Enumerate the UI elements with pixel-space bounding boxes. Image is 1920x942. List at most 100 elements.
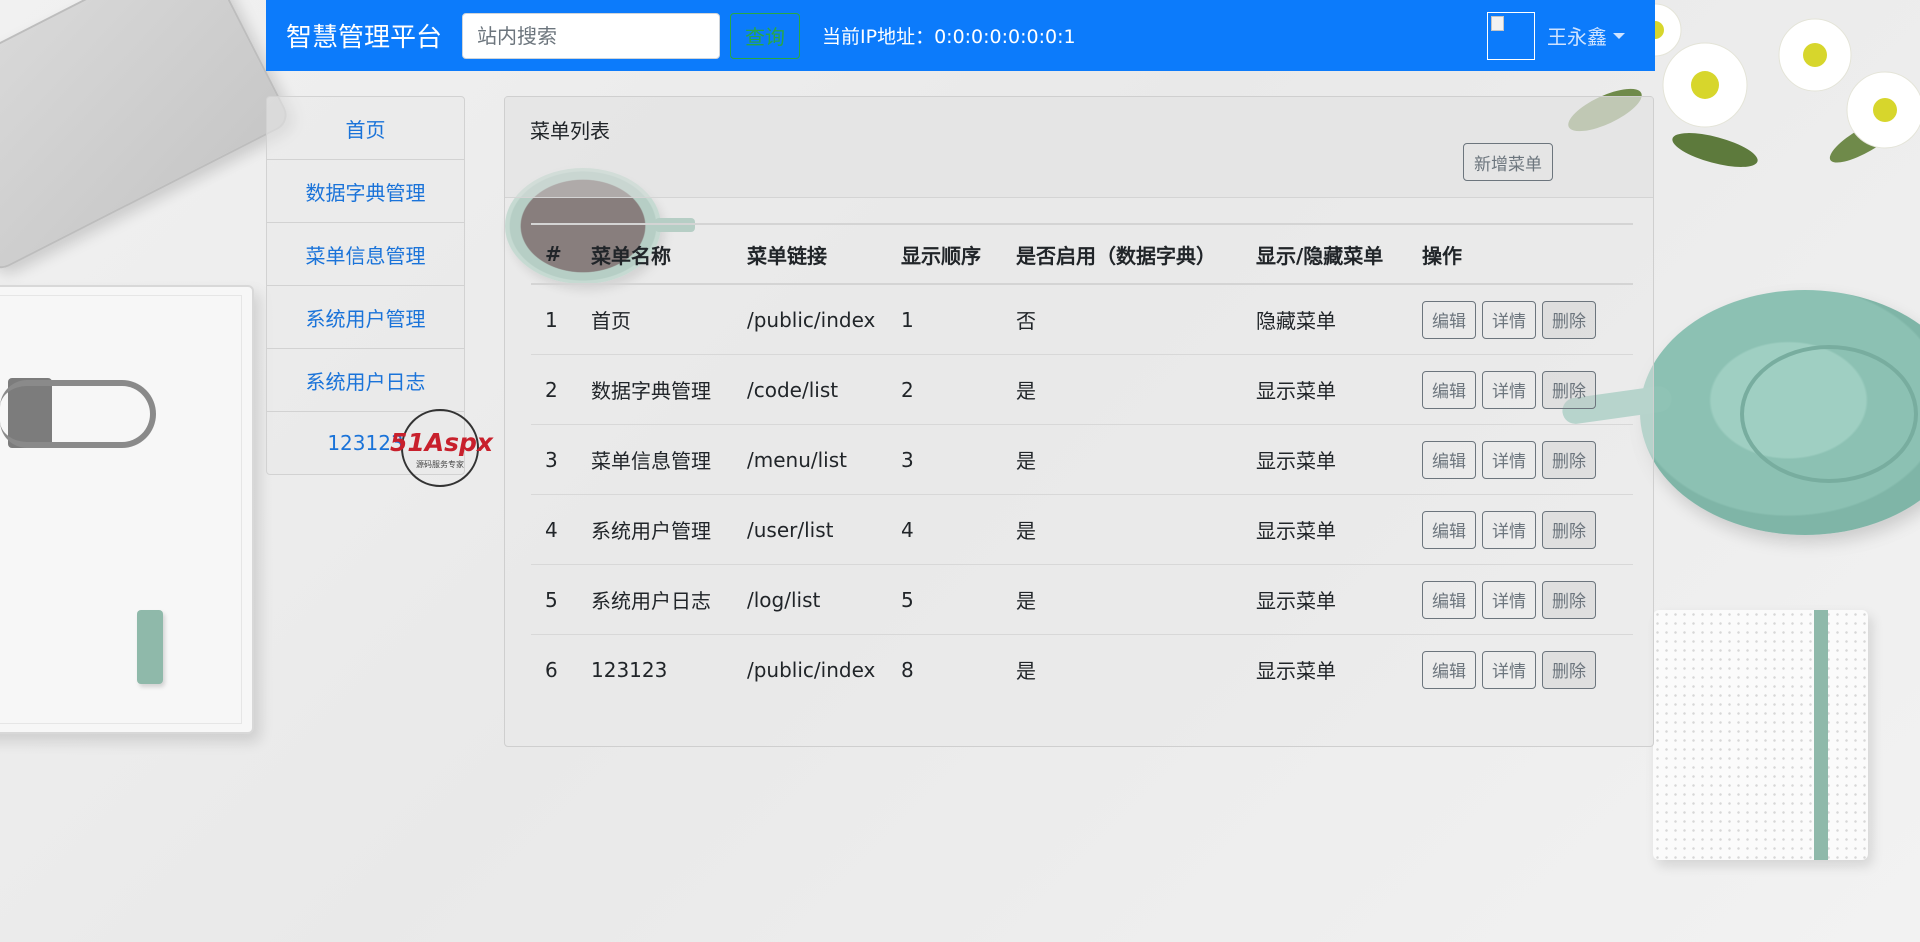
table-row: 2 数据字典管理 /code/list 2 是 显示菜单 编辑 详情 删除 bbox=[531, 354, 1633, 425]
delete-button[interactable]: 删除 bbox=[1542, 650, 1596, 689]
cell-name: 系统用户日志 bbox=[577, 564, 733, 635]
cell-index: 2 bbox=[531, 354, 577, 425]
edit-button[interactable]: 编辑 bbox=[1422, 580, 1476, 619]
cell-actions: 编辑 详情 删除 bbox=[1408, 424, 1633, 495]
cell-visibility: 隐藏菜单 bbox=[1242, 284, 1408, 355]
cell-actions: 编辑 详情 删除 bbox=[1408, 354, 1633, 425]
cell-visibility: 显示菜单 bbox=[1242, 564, 1408, 635]
search-button[interactable]: 查询 bbox=[730, 12, 801, 59]
cell-visibility: 显示菜单 bbox=[1242, 424, 1408, 495]
edit-button[interactable]: 编辑 bbox=[1422, 440, 1476, 479]
detail-button[interactable]: 详情 bbox=[1482, 370, 1536, 409]
row-actions: 编辑 详情 删除 bbox=[1422, 285, 1633, 354]
laptop-decoration bbox=[0, 0, 293, 274]
delete-button[interactable]: 删除 bbox=[1542, 300, 1596, 339]
row-actions: 编辑 详情 删除 bbox=[1422, 565, 1633, 634]
cell-index: 3 bbox=[531, 424, 577, 495]
cell-name: 菜单信息管理 bbox=[577, 424, 733, 495]
cell-enabled: 是 bbox=[1002, 354, 1242, 425]
cell-actions: 编辑 详情 删除 bbox=[1408, 284, 1633, 355]
detail-button[interactable]: 详情 bbox=[1482, 300, 1536, 339]
search-input[interactable] bbox=[462, 12, 721, 59]
cell-link: /code/list bbox=[733, 354, 887, 425]
sidebar-item-user-logs[interactable]: 系统用户日志 bbox=[267, 349, 464, 412]
cell-order: 4 bbox=[887, 494, 1002, 565]
binder-clip-handle-decoration bbox=[0, 380, 156, 448]
cell-link: /user/list bbox=[733, 494, 887, 565]
cell-order: 2 bbox=[887, 354, 1002, 425]
table-row: 3 菜单信息管理 /menu/list 3 是 显示菜单 编辑 详情 删除 bbox=[531, 424, 1633, 495]
row-actions: 编辑 详情 删除 bbox=[1422, 355, 1633, 424]
cell-visibility: 显示菜单 bbox=[1242, 354, 1408, 425]
teapot-lid-decoration bbox=[1740, 345, 1918, 483]
svg-text:源码服务专家: 源码服务专家 bbox=[416, 459, 464, 469]
table-row: 5 系统用户日志 /log/list 5 是 显示菜单 编辑 详情 删除 bbox=[531, 564, 1633, 635]
cell-enabled: 否 bbox=[1002, 284, 1242, 355]
sidebar-item-menu-info[interactable]: 菜单信息管理 bbox=[267, 223, 464, 286]
column-header-enabled: 是否启用（数据字典） bbox=[1002, 223, 1242, 285]
notepad-band-decoration bbox=[1814, 610, 1828, 860]
top-navbar: 智慧管理平台 查询 当前IP地址：0:0:0:0:0:0:0:1 王永鑫 bbox=[266, 0, 1655, 71]
table-header-row: # 菜单名称 菜单链接 显示顺序 是否启用（数据字典） 显示/隐藏菜单 操作 bbox=[531, 223, 1633, 285]
cell-enabled: 是 bbox=[1002, 494, 1242, 565]
cell-actions: 编辑 详情 删除 bbox=[1408, 564, 1633, 635]
brand-title[interactable]: 智慧管理平台 bbox=[286, 17, 442, 54]
cell-link: /public/index bbox=[747, 657, 876, 682]
menu-list-card: 菜单列表 新增菜单 # 菜单名称 菜单链接 显示顺序 是否启用（数据字典） 显示… bbox=[504, 96, 1654, 747]
delete-button[interactable]: 删除 bbox=[1542, 580, 1596, 619]
column-header-name: 菜单名称 bbox=[577, 223, 733, 285]
cell-name: 首页 bbox=[577, 284, 733, 355]
column-header-order: 显示顺序 bbox=[887, 223, 1002, 285]
edit-button[interactable]: 编辑 bbox=[1422, 510, 1476, 549]
card-title: 菜单列表 bbox=[530, 119, 610, 143]
card-header: 菜单列表 新增菜单 bbox=[505, 97, 1653, 198]
row-actions: 编辑 详情 删除 bbox=[1422, 635, 1633, 704]
username-label: 王永鑫 bbox=[1547, 25, 1607, 49]
add-menu-button[interactable]: 新增菜单 bbox=[1463, 143, 1553, 181]
detail-button[interactable]: 详情 bbox=[1482, 650, 1536, 689]
detail-button[interactable]: 详情 bbox=[1482, 440, 1536, 479]
column-header-link: 菜单链接 bbox=[733, 223, 887, 285]
table-row: 4 系统用户管理 /user/list 4 是 显示菜单 编辑 详情 删除 bbox=[531, 494, 1633, 565]
cell-actions: 编辑 详情 删除 bbox=[1408, 635, 1633, 705]
cell-visibility: 显示菜单 bbox=[1256, 659, 1336, 683]
desktop-background: 智慧管理平台 查询 当前IP地址：0:0:0:0:0:0:0:1 王永鑫 首页 … bbox=[0, 0, 1920, 942]
row-actions: 编辑 详情 删除 bbox=[1422, 425, 1633, 494]
table-row: 1 首页 /public/index 1 否 隐藏菜单 编辑 详情 删除 bbox=[531, 284, 1633, 355]
ip-address-text: 当前IP地址：0:0:0:0:0:0:0:1 bbox=[822, 26, 1076, 48]
row-actions: 编辑 详情 删除 bbox=[1422, 495, 1633, 564]
cell-index: 4 bbox=[531, 494, 577, 565]
cell-actions: 编辑 详情 删除 bbox=[1408, 494, 1633, 565]
sidebar-item-home[interactable]: 首页 bbox=[267, 97, 464, 160]
notepad-decoration bbox=[1653, 610, 1868, 860]
delete-button[interactable]: 删除 bbox=[1542, 440, 1596, 479]
caret-down-icon bbox=[1613, 32, 1625, 39]
notebook-decoration bbox=[0, 285, 254, 734]
delete-button[interactable]: 删除 bbox=[1542, 370, 1596, 409]
cell-enabled: 是 bbox=[1016, 659, 1036, 683]
cell-visibility: 显示菜单 bbox=[1242, 494, 1408, 565]
delete-button[interactable]: 删除 bbox=[1542, 510, 1596, 549]
menu-table: # 菜单名称 菜单链接 显示顺序 是否启用（数据字典） 显示/隐藏菜单 操作 1… bbox=[531, 223, 1633, 704]
column-header-index: # bbox=[531, 223, 577, 285]
cell-index: 5 bbox=[531, 564, 577, 635]
cell-name: 系统用户管理 bbox=[577, 494, 733, 565]
cell-name: 123123 bbox=[591, 657, 668, 682]
cell-order: 1 bbox=[887, 284, 1002, 355]
cell-link: /log/list bbox=[733, 564, 887, 635]
detail-button[interactable]: 详情 bbox=[1482, 510, 1536, 549]
user-dropdown[interactable]: 王永鑫 bbox=[1547, 21, 1625, 50]
edit-button[interactable]: 编辑 bbox=[1422, 370, 1476, 409]
edit-button[interactable]: 编辑 bbox=[1422, 650, 1476, 689]
avatar[interactable] bbox=[1487, 11, 1535, 60]
column-header-actions: 操作 bbox=[1408, 223, 1633, 285]
table-row: 6 123123 /public/index 8 是 显示菜单 编辑 详情 删除 bbox=[531, 635, 1633, 705]
cell-index: 1 bbox=[531, 284, 577, 355]
51aspx-watermark-logo: 51Aspx 源码服务专家 bbox=[390, 409, 494, 487]
cell-link: /public/index bbox=[733, 284, 887, 355]
edit-button[interactable]: 编辑 bbox=[1422, 300, 1476, 339]
eraser-decoration bbox=[137, 610, 163, 684]
sidebar-item-system-users[interactable]: 系统用户管理 bbox=[267, 286, 464, 349]
sidebar-item-data-dictionary[interactable]: 数据字典管理 bbox=[267, 160, 464, 223]
detail-button[interactable]: 详情 bbox=[1482, 580, 1536, 619]
